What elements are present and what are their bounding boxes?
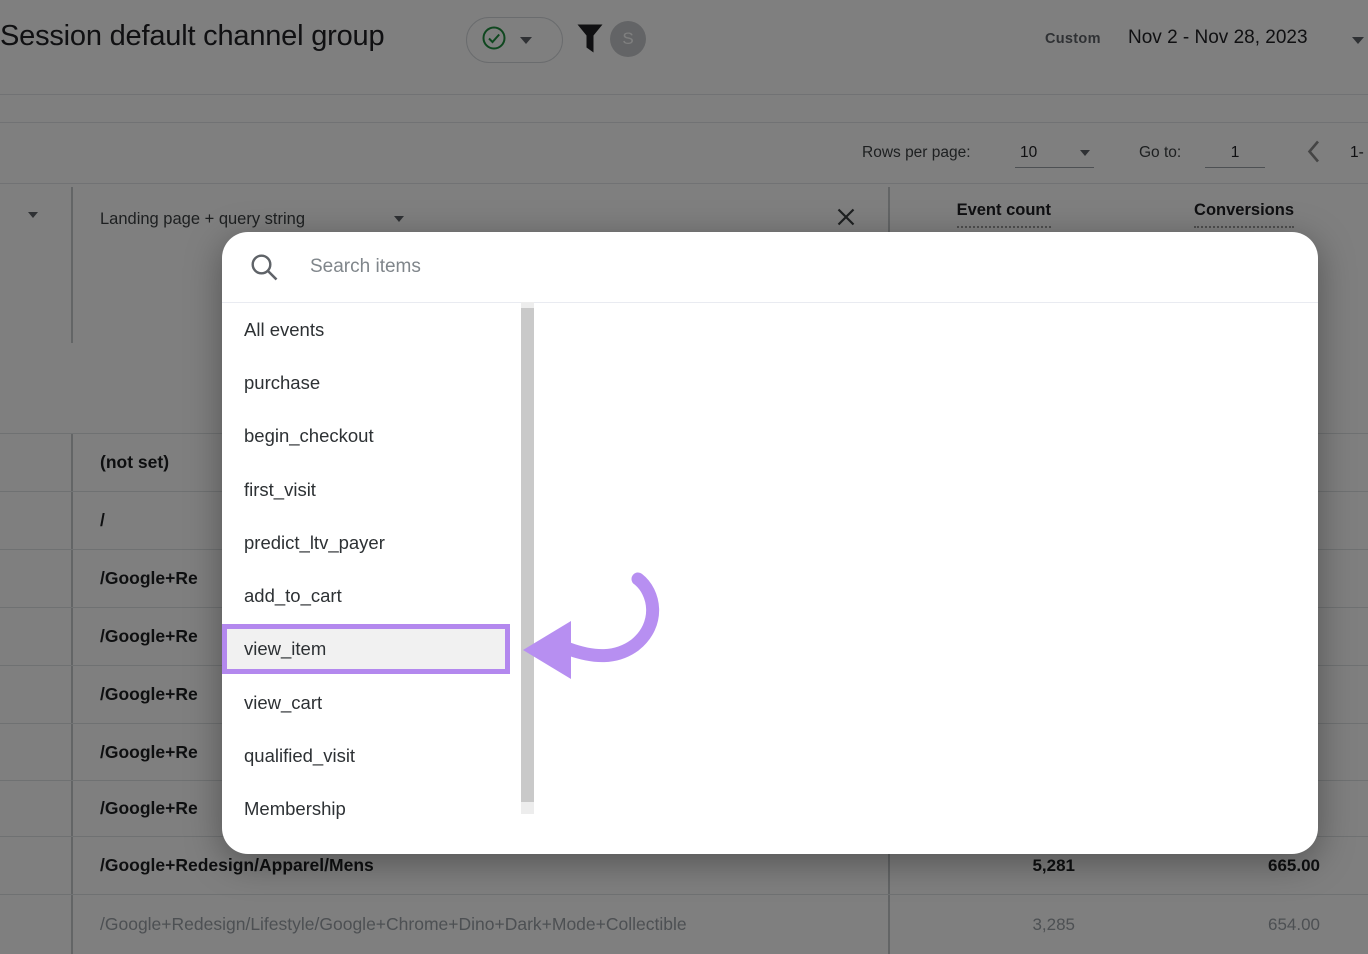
- list-item[interactable]: predict_ltv_payer: [244, 516, 385, 569]
- list-item[interactable]: All events: [244, 303, 324, 356]
- list-item[interactable]: purchase: [244, 356, 320, 409]
- annotation-arrow: [498, 558, 688, 713]
- list-item[interactable]: first_visit: [244, 463, 316, 516]
- curved-arrow-icon: [523, 572, 660, 679]
- search-icon: [249, 252, 280, 288]
- list-item[interactable]: view_cart: [244, 676, 322, 729]
- list-item[interactable]: qualified_visit: [244, 729, 355, 782]
- search-row: [222, 232, 1318, 302]
- highlighted-list-item-view-item[interactable]: view_item: [222, 624, 510, 674]
- ga4-report-page: Session default channel group S Custom N…: [0, 0, 1368, 954]
- highlighted-item-label: view_item: [244, 638, 327, 659]
- event-list: All events purchase begin_checkout first…: [222, 302, 521, 854]
- event-picker-dropdown: All events purchase begin_checkout first…: [222, 232, 1318, 854]
- list-item[interactable]: begin_checkout: [244, 409, 374, 462]
- scrollbar-thumb[interactable]: [521, 308, 534, 802]
- search-input[interactable]: [310, 249, 930, 285]
- list-item[interactable]: add_to_cart: [244, 569, 342, 622]
- list-item[interactable]: Membership: [244, 782, 346, 835]
